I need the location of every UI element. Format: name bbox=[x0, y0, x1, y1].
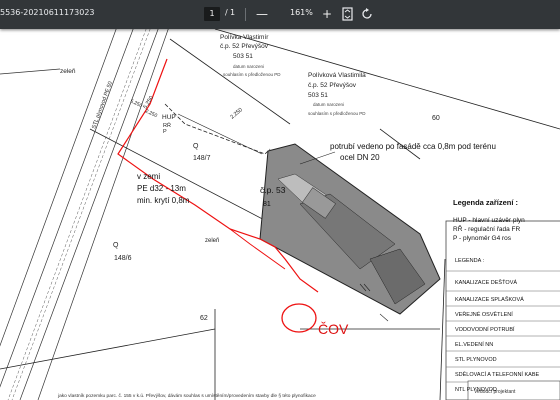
document-title: 5536-20210611173023 bbox=[0, 8, 95, 17]
pdf-page: Polívka Vlastimír č.p. 52 Převýšov 503 5… bbox=[0, 29, 560, 400]
owner2-consent: souhlasím s předloženou PD bbox=[308, 111, 366, 116]
fit-to-page-icon[interactable] bbox=[341, 7, 354, 21]
legend-item-4: VODOVODNÍ POTRUBÍ bbox=[455, 326, 515, 333]
hup-label: HUP bbox=[162, 114, 176, 121]
legend-item-0: LEGENDA : bbox=[455, 258, 485, 264]
green-area-label-2: zeleň bbox=[205, 238, 219, 244]
dimension-label-2: 2,250 bbox=[229, 107, 243, 120]
pipe-note-material: ocel DN 20 bbox=[340, 153, 380, 162]
owner1-date-label: datum narozeni bbox=[233, 64, 264, 69]
owner1-name: Polívka Vlastimír bbox=[220, 34, 269, 41]
parcel-148-7: 148/7 bbox=[193, 155, 211, 162]
pdf-toolbar: 5536-20210611173023 1 / 1 — 161% + bbox=[0, 0, 560, 29]
owner2-zip: 503 51 bbox=[308, 92, 328, 99]
underground-label: v zemi bbox=[137, 172, 160, 181]
pe-pipe-label: PE d32 - 13m bbox=[137, 184, 186, 193]
green-area-label-1: zeleň bbox=[60, 68, 76, 75]
legend-item-5: EL.VEDENÍ NN bbox=[455, 341, 493, 348]
site-plan-drawing: Polívka Vlastimír č.p. 52 Převýšov 503 5… bbox=[0, 29, 560, 400]
pipe-note: potrubí vedeno po fasádě cca 0,8m pod te… bbox=[330, 142, 496, 151]
owner1-zip: 503 51 bbox=[233, 53, 253, 60]
legend-p: P - plynoměr G4 ros bbox=[453, 235, 512, 242]
legend-item-8: NTL PLYNOVOD bbox=[455, 387, 497, 393]
parcel-62-label: 62 bbox=[200, 315, 208, 322]
owner2-date-label: datum narozeni bbox=[313, 102, 344, 107]
legend-hup: HUP - hlavní uzávěr plyn bbox=[453, 217, 525, 224]
legend-title: Legenda zařízení : bbox=[453, 198, 518, 207]
parcel-q-1: Q bbox=[193, 143, 199, 150]
parcel-60-label: 60 bbox=[432, 115, 440, 122]
toolbar-divider bbox=[245, 8, 246, 21]
dimension-label-4: 2,250 bbox=[144, 108, 158, 119]
legend-item-6: STL PLYNOVOD bbox=[455, 357, 497, 363]
zoom-out-button[interactable]: — bbox=[255, 6, 269, 22]
rr-label: RŘ bbox=[163, 121, 171, 129]
page-separator: / bbox=[225, 8, 228, 17]
legend-item-1: KANALIZACE DEŠŤOVÁ bbox=[455, 278, 517, 286]
house-parcel-81: 81 bbox=[263, 201, 271, 208]
parcel-148-6: 148/6 bbox=[114, 255, 132, 262]
legend-rr: RŘ - regulační řada FR bbox=[453, 224, 520, 233]
page-number-input[interactable]: 1 bbox=[204, 7, 220, 21]
owner1-address: č.p. 52 Převýšov bbox=[220, 43, 269, 50]
owner2-name: Polívková Vlastimila bbox=[308, 72, 366, 79]
parcel-q-2: Q bbox=[113, 242, 119, 249]
legend-item-2: KANALIZACE SPLAŠKOVÁ bbox=[455, 296, 524, 303]
legend-item-7: SDĚLOVACÍ A TELEFONNÍ KABE bbox=[455, 370, 539, 378]
p-label: P bbox=[163, 129, 167, 135]
owner2-address: č.p. 52 Převýšov bbox=[308, 82, 357, 89]
rotate-icon[interactable] bbox=[361, 7, 374, 21]
legend-item-3: VEŘEJNÉ OSVĚTLENÍ bbox=[455, 310, 513, 318]
house-number: č.p. 53 bbox=[260, 185, 286, 195]
zoom-in-button[interactable]: + bbox=[320, 6, 334, 22]
cov-label: ČOV bbox=[318, 321, 349, 337]
min-cover-label: min. krytí 0,8m bbox=[137, 196, 190, 205]
footer-consent-text: jako vlastník pozemku parc. č. 155 v k.ú… bbox=[57, 393, 316, 399]
dimension-label-3: 5,250 bbox=[129, 98, 143, 109]
page-total: 1 bbox=[230, 8, 236, 17]
zoom-level[interactable]: 161% bbox=[290, 8, 313, 17]
owner1-consent: souhlasím s předloženou PD bbox=[223, 72, 281, 77]
